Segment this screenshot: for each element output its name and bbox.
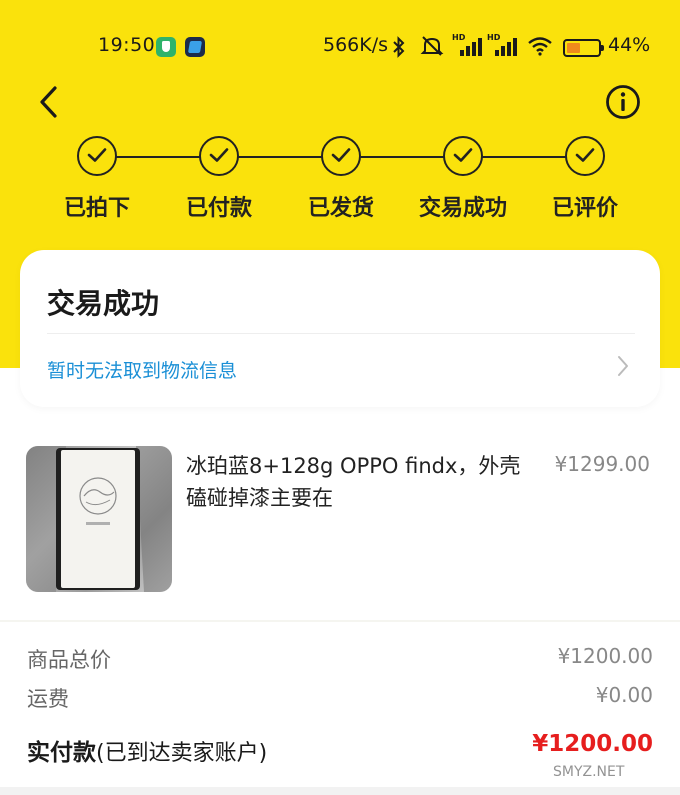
status-time: 19:50 (98, 34, 156, 56)
logistics-info-text: 暂时无法取到物流信息 (47, 360, 238, 382)
progress-step-paid: 已付款 (159, 136, 279, 222)
bottom-strip (0, 787, 680, 795)
progress-step-reviewed: 已评价 (525, 136, 645, 222)
check-circle-icon (443, 136, 483, 176)
info-button[interactable] (605, 84, 641, 120)
step-label: 交易成功 (418, 196, 507, 221)
progress-step-ordered: 已拍下 (37, 136, 157, 222)
battery-icon (563, 39, 604, 57)
order-status-card: 交易成功 暂时无法取到物流信息 (20, 250, 660, 407)
bluetooth-icon (392, 36, 406, 63)
paid-note: (已到达卖家账户) (96, 741, 268, 766)
status-bar: 19:50 566K/s HD HD 44% (0, 30, 680, 64)
signal-hd-label-1: HD (452, 33, 466, 42)
product-item[interactable]: 冰珀蓝8+128g OPPO findx，外壳磕碰掉漆主要在 ¥1299.00 (0, 430, 680, 605)
chevron-left-icon (40, 86, 57, 118)
paid-amount-row: 实付款(已到达卖家账户) ¥1200.00 (27, 731, 653, 767)
step-label: 已拍下 (63, 196, 130, 221)
check-circle-icon (199, 136, 239, 176)
product-thumbnail (26, 446, 172, 592)
signal-icon-2: HD (487, 33, 517, 58)
progress-step-shipped: 已发货 (281, 136, 401, 222)
info-circle-icon (606, 85, 640, 119)
progress-step-completed: 交易成功 (403, 136, 523, 222)
divider (47, 333, 635, 334)
check-circle-icon (321, 136, 361, 176)
shield-app-icon (156, 37, 176, 57)
shipping-row: 运费 ¥0.00 (27, 683, 653, 715)
signal-icon-1: HD (452, 33, 482, 58)
goods-total-label: 商品总价 (27, 648, 111, 672)
step-label: 已付款 (185, 196, 252, 221)
chevron-right-icon (616, 354, 630, 382)
battery-fill (567, 43, 580, 53)
shipping-value: ¥0.00 (595, 683, 653, 707)
product-title: 冰珀蓝8+128g OPPO findx，外壳磕碰掉漆主要在 (186, 454, 521, 510)
goods-total-value: ¥1200.00 (557, 644, 653, 668)
paid-amount-value: ¥1200.00 (532, 731, 653, 757)
battery-percentage: 44% (608, 34, 651, 56)
signal-hd-label-2: HD (487, 33, 501, 42)
network-speed: 566K/s (323, 34, 389, 56)
shipping-label: 运费 (27, 687, 69, 711)
step-label: 已评价 (551, 196, 618, 221)
section-divider (0, 620, 680, 622)
logistics-info-row[interactable]: 暂时无法取到物流信息 (20, 340, 660, 396)
check-circle-icon (77, 136, 117, 176)
watermark: SMYZ.NET (553, 764, 625, 780)
step-label: 已发货 (307, 196, 374, 221)
product-price: ¥1299.00 (554, 452, 650, 476)
mute-bell-icon (420, 35, 444, 57)
paid-label-group: 实付款(已到达卖家账户) (27, 733, 267, 767)
goods-total-row: 商品总价 ¥1200.00 (27, 644, 653, 676)
wifi-icon (527, 36, 553, 56)
check-circle-icon (565, 136, 605, 176)
order-status-title: 交易成功 (47, 287, 160, 320)
back-button[interactable] (30, 82, 70, 122)
paid-label: 实付款 (27, 740, 96, 766)
app-notification-icon (185, 37, 205, 57)
